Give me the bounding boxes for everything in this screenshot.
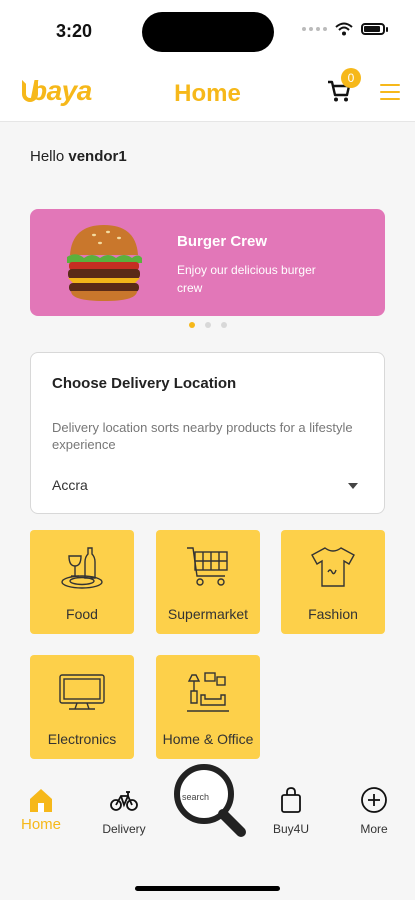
greeting: Hello vendor1 <box>30 148 127 165</box>
home-indicator <box>135 886 280 891</box>
wifi-icon <box>335 22 353 36</box>
category-fashion[interactable]: Fashion <box>281 530 385 634</box>
signal-icon <box>302 27 327 31</box>
banner-subtitle: Enjoy our delicious burger crew <box>177 263 316 295</box>
delivery-location-card: Choose Delivery Location Delivery locati… <box>30 352 385 514</box>
category-label: Electronics <box>47 731 117 747</box>
battery-icon <box>361 23 388 35</box>
nav-label-buy4u: Buy4U <box>272 822 310 836</box>
category-supermarket[interactable]: Supermarket <box>156 530 260 634</box>
tshirt-icon <box>311 547 355 587</box>
greeting-username: vendor1 <box>68 148 127 165</box>
carousel-dot[interactable] <box>188 322 195 328</box>
selected-location: Accra <box>52 477 88 493</box>
camera-notch <box>142 12 274 52</box>
delivery-title: Choose Delivery Location <box>52 375 237 392</box>
category-label: Food <box>66 606 98 622</box>
food-plate-icon <box>61 547 103 589</box>
greeting-prefix: Hello <box>30 148 65 165</box>
category-food[interactable]: Food <box>30 530 134 634</box>
shopping-bag-icon <box>281 787 301 813</box>
bottom-navigation: Home Delivery search Buy4U More <box>0 764 415 900</box>
bicycle-icon <box>110 791 138 811</box>
carousel-indicator <box>0 322 415 328</box>
cart-count-badge: 0 <box>341 68 361 88</box>
banner-title: Burger Crew <box>177 233 268 250</box>
nav-item-home[interactable]: Home <box>1 786 81 833</box>
shopping-cart-icon <box>187 547 228 586</box>
status-time: 3:20 <box>56 21 93 41</box>
promo-banner[interactable]: Burger Crew Enjoy our delicious burger c… <box>30 209 385 316</box>
caret-down-icon <box>348 483 358 489</box>
status-icons <box>302 22 388 36</box>
home-icon <box>30 789 52 812</box>
nav-label-more: More <box>360 822 388 836</box>
delivery-description: Delivery location sorts nearby products … <box>52 420 353 452</box>
hamburger-menu-icon[interactable] <box>380 84 400 100</box>
location-dropdown[interactable]: Accra <box>52 477 362 497</box>
nav-label-delivery: Delivery <box>102 822 146 836</box>
category-electronics[interactable]: Electronics <box>30 655 134 759</box>
furniture-icon <box>187 672 229 712</box>
category-label: Supermarket <box>167 606 249 622</box>
search-label: search <box>182 792 210 802</box>
plus-circle-icon <box>361 787 387 813</box>
category-home-office[interactable]: Home & Office <box>156 655 260 759</box>
category-label: Fashion <box>308 606 358 622</box>
nav-label-home: Home <box>20 816 61 833</box>
carousel-dot[interactable] <box>204 322 211 328</box>
app-header: baya Home 0 <box>0 62 415 122</box>
tv-icon <box>59 674 105 710</box>
nav-item-more[interactable]: More <box>334 786 414 836</box>
search-icon[interactable] <box>171 764 249 842</box>
category-label: Home & Office <box>162 731 254 747</box>
carousel-dot[interactable] <box>220 322 227 328</box>
status-bar: 3:20 <box>0 0 415 62</box>
burger-image <box>67 225 142 301</box>
nav-item-buy4u[interactable]: Buy4U <box>251 786 331 836</box>
nav-item-delivery[interactable]: Delivery <box>84 786 164 836</box>
